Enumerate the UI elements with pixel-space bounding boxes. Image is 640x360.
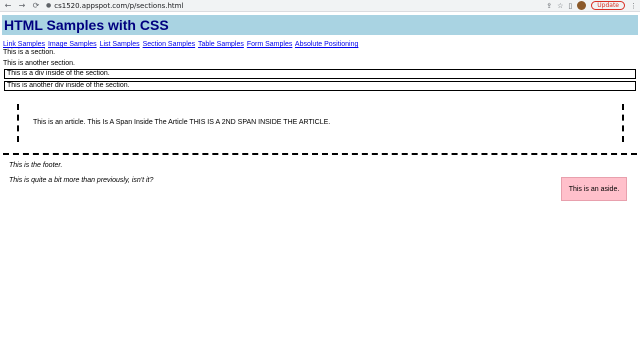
- menu-icon[interactable]: ⋮: [630, 2, 637, 10]
- footer-line-1: This is the footer.: [9, 162, 63, 169]
- sidebar-icon[interactable]: ▯: [568, 2, 572, 10]
- update-button[interactable]: Update: [591, 1, 625, 10]
- aside-box: This is an aside.: [561, 177, 627, 201]
- footer-line-2: This is quite a bit more than previously…: [9, 177, 154, 184]
- url-text: cs1520.appspot.com/p/sections.html: [54, 1, 184, 10]
- page-content: HTML Samples with CSS Link Samples Image…: [0, 12, 640, 360]
- forward-icon[interactable]: →: [16, 0, 28, 12]
- section-text: This is a section.: [3, 49, 56, 56]
- share-icon[interactable]: ⇪: [546, 2, 552, 10]
- profile-avatar[interactable]: [577, 1, 587, 10]
- list-samples-link[interactable]: List Samples: [100, 41, 140, 48]
- back-icon[interactable]: ←: [2, 0, 14, 12]
- another-section-text: This is another section.: [3, 60, 75, 67]
- link-samples-link[interactable]: Link Samples: [3, 41, 45, 48]
- nav-links: Link Samples Image Samples List Samples …: [3, 41, 359, 48]
- absolute-positioning-link[interactable]: Absolute Positioning: [295, 41, 358, 48]
- lock-icon: ●: [46, 2, 52, 9]
- browser-toolbar: ← → ⟳ ● cs1520.appspot.com/p/sections.ht…: [0, 0, 640, 12]
- section-div-2: This is another div inside of the sectio…: [4, 81, 636, 91]
- address-bar[interactable]: ● cs1520.appspot.com/p/sections.html: [46, 1, 183, 11]
- article-box: This is an article. This Is A Span Insid…: [17, 104, 624, 142]
- reload-icon[interactable]: ⟳: [30, 0, 42, 12]
- page-header: HTML Samples with CSS: [2, 15, 638, 35]
- table-samples-link[interactable]: Table Samples: [198, 41, 244, 48]
- page-title: HTML Samples with CSS: [4, 17, 169, 33]
- section-samples-link[interactable]: Section Samples: [143, 41, 196, 48]
- image-samples-link[interactable]: Image Samples: [48, 41, 97, 48]
- article-text: This is an article. This Is A Span Insid…: [33, 119, 331, 126]
- star-icon[interactable]: ☆: [557, 2, 563, 10]
- page-footer: This is the footer. This is quite a bit …: [3, 153, 637, 203]
- form-samples-link[interactable]: Form Samples: [247, 41, 293, 48]
- section-div-1: This is a div inside of the section.: [4, 69, 636, 79]
